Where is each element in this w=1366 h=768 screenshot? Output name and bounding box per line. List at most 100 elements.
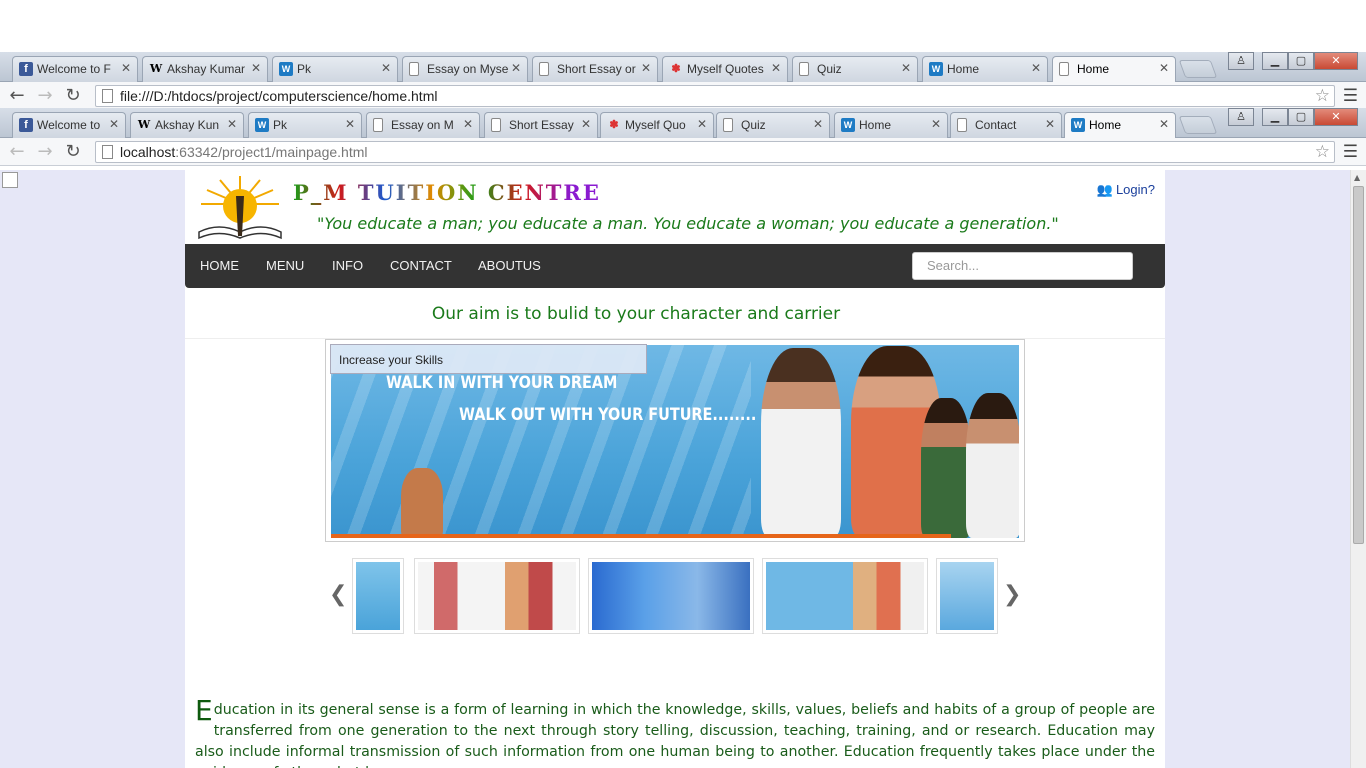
nav-menu[interactable]: MENU [266,258,304,273]
nav-contact[interactable]: CONTACT [390,258,452,273]
close-icon[interactable]: ✕ [511,61,521,75]
address-bar[interactable]: file:///D:/htdocs/project/computerscienc… [95,85,1335,107]
close-icon[interactable]: ✕ [697,117,707,131]
chevron-left-icon[interactable]: ❮ [329,582,347,607]
close-icon[interactable]: ✕ [641,61,651,75]
nav-info[interactable]: INFO [332,258,363,273]
close-icon[interactable]: ✕ [121,61,131,75]
close-icon[interactable]: ✕ [1031,61,1041,75]
close-icon[interactable]: ✕ [581,117,591,131]
forward-arrow-icon[interactable]: → [34,86,56,106]
close-icon[interactable]: ✕ [109,117,119,131]
tab[interactable]: ✽ Myself Quo ✕ [600,112,714,138]
address-host: localhost [120,144,176,160]
close-icon[interactable]: ✕ [813,117,823,131]
tab[interactable]: W Home ✕ [834,112,948,138]
carousel-thumbnail[interactable] [352,558,404,634]
tab-active[interactable]: Home ✕ [1052,56,1176,82]
tab[interactable]: Contact ✕ [950,112,1062,138]
carousel-thumbnail[interactable] [588,558,754,634]
carousel-thumbnail[interactable] [936,558,998,634]
image-slider[interactable]: WALK IN WITH YOUR DREAM WALK OUT WITH YO… [325,339,1025,542]
chevron-right-icon[interactable]: ❯ [1003,582,1021,607]
reload-icon[interactable]: ↻ [62,86,84,106]
nav-home[interactable]: HOME [200,258,239,273]
nav-aboutus[interactable]: ABOUTUS [478,258,541,273]
menu-icon[interactable]: ☰ [1343,142,1358,162]
close-icon[interactable]: ✕ [1159,117,1169,131]
close-icon[interactable]: ✕ [931,117,941,131]
tab[interactable]: Short Essay ✕ [484,112,598,138]
back-arrow-icon[interactable]: ← [6,142,28,162]
tab[interactable]: Essay on Myse ✕ [402,56,528,82]
tab[interactable]: Essay on M ✕ [366,112,480,138]
close-icon[interactable]: ✕ [771,61,781,75]
browser-front-chrome: f Welcome to ✕ W Akshay Kun ✕ W Pk ✕ Essay on … [0,108,1366,166]
tab[interactable]: Quiz ✕ [792,56,918,82]
broken-image-icon [2,172,18,188]
star-icon[interactable]: ☆ [1315,86,1330,106]
tab[interactable]: f Welcome to ✕ [12,112,126,138]
close-icon[interactable]: ✕ [463,117,473,131]
close-icon[interactable]: ✕ [1045,117,1055,131]
tab-strip: f Welcome to F ✕ W Akshay Kumar ✕ W Pk ✕ Essay… [0,52,1366,82]
wikipedia-icon: W [149,62,163,75]
minimize-button[interactable]: ▁ [1262,108,1288,126]
carousel-thumbnail[interactable] [414,558,580,634]
forward-arrow-icon[interactable]: → [34,142,56,162]
tab-label: Essay on Myse [427,62,509,76]
minimize-button[interactable]: ▁ [1262,52,1288,70]
reload-icon[interactable]: ↻ [62,142,84,162]
address-bar[interactable]: localhost:63342/project1/mainpage.html ☆ [95,141,1335,163]
maximize-button[interactable]: ▢ [1288,52,1314,70]
tab-label: Home [1077,62,1110,76]
page-viewport: P_M TUITION CENTRE "You educate a man; y… [0,170,1350,768]
tab[interactable]: Short Essay or ✕ [532,56,658,82]
page-container: P_M TUITION CENTRE "You educate a man; y… [185,170,1165,768]
carousel-thumbnail[interactable] [762,558,928,634]
tab[interactable]: W Akshay Kumar ✕ [142,56,268,82]
close-icon[interactable]: ✕ [1159,61,1169,75]
new-tab-button[interactable] [1178,60,1218,78]
close-icon[interactable]: ✕ [227,117,237,131]
user-icon[interactable]: ♙ [1228,52,1254,70]
tab-label: Akshay Kun [155,118,220,132]
close-icon[interactable]: ✕ [251,61,261,75]
close-icon[interactable]: ✕ [381,61,391,75]
tab[interactable]: W Pk ✕ [248,112,362,138]
close-icon[interactable]: ✕ [901,61,911,75]
tab-label: Quiz [741,118,766,132]
window-close-button[interactable]: ✕ [1314,108,1358,126]
tab[interactable]: Quiz ✕ [716,112,830,138]
tab[interactable]: W Pk ✕ [272,56,398,82]
tab-label: Akshay Kumar [167,62,246,76]
user-icon[interactable]: ♙ [1228,108,1254,126]
document-icon [799,62,809,76]
wikipedia-icon: W [137,118,151,131]
slide-text-line1: WALK IN WITH YOUR DREAM [386,373,618,393]
back-arrow-icon[interactable]: ← [6,86,28,106]
tab-label: Short Essay or [557,62,636,76]
tab-active[interactable]: W Home ✕ [1064,112,1176,138]
vertical-scrollbar[interactable]: ▲ [1350,170,1366,768]
login-link[interactable]: 👥 Login? [1097,182,1155,198]
close-icon[interactable]: ✕ [345,117,355,131]
new-tab-button[interactable] [1178,116,1218,134]
tab-label: Short Essay [509,118,574,132]
tab[interactable]: W Akshay Kun ✕ [130,112,244,138]
search-input[interactable]: Search... [912,252,1133,280]
scroll-up-arrow-icon[interactable]: ▲ [1354,173,1360,182]
tab[interactable]: f Welcome to F ✕ [12,56,138,82]
maximize-button[interactable]: ▢ [1288,108,1314,126]
star-icon[interactable]: ☆ [1315,142,1330,162]
menu-icon[interactable]: ☰ [1343,86,1358,106]
scrollbar-thumb[interactable] [1353,186,1364,544]
tab[interactable]: W Home ✕ [922,56,1048,82]
logo [198,176,282,240]
slide-underline [331,534,951,538]
webstorm-icon: W [929,62,943,76]
page-icon [102,145,113,159]
window-close-button[interactable]: ✕ [1314,52,1358,70]
webstorm-icon: W [255,118,269,132]
tab[interactable]: ✽ Myself Quotes ✕ [662,56,788,82]
